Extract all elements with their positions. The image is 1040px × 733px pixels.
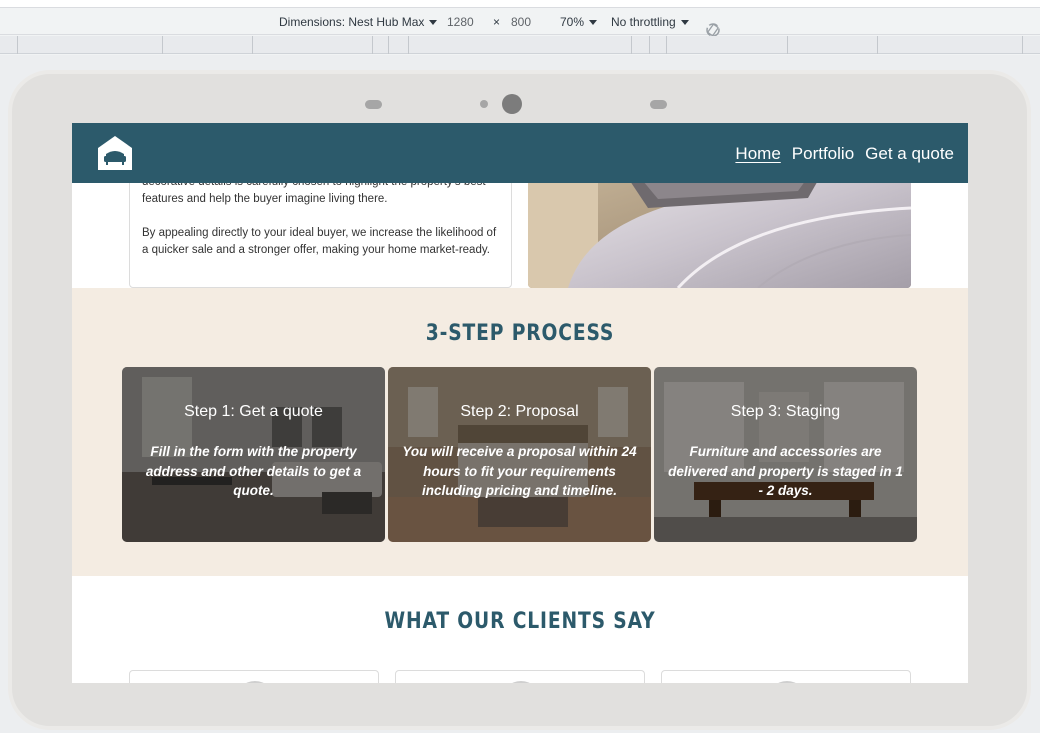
step-3-title: Step 3: Staging xyxy=(730,403,841,420)
throttling-dropdown[interactable]: No throttling xyxy=(611,15,689,29)
speaker-right xyxy=(650,100,667,109)
step-3-text: Furniture and accessories are delivered … xyxy=(668,444,903,498)
step-card-3: Step 3: Staging Furniture and accessorie… xyxy=(654,367,917,542)
device-screen: decorative details is carefully chosen t… xyxy=(72,123,968,683)
site-navbar: Home Portfolio Get a quote xyxy=(72,123,968,183)
dimensions-dropdown[interactable]: Dimensions: Nest Hub Max xyxy=(279,15,438,29)
step-1-text: Fill in the form with the property addre… xyxy=(145,444,362,498)
nav-portfolio-link[interactable]: Portfolio xyxy=(792,144,854,164)
step-card-1: Step 1: Get a quote Fill in the form wit… xyxy=(122,367,385,542)
camera-lens xyxy=(502,94,522,114)
testimonial-card xyxy=(129,670,379,683)
times-separator: × xyxy=(493,15,501,29)
device-toolbar: Dimensions: Nest Hub Max 1280 × 800 70% … xyxy=(0,9,1040,37)
intro-paragraph-2: By appealing directly to your ideal buye… xyxy=(142,227,497,256)
sensor-dot xyxy=(480,100,488,108)
clients-heading: WHAT OUR CLIENTS SAY xyxy=(384,609,656,634)
devtools-top-strip xyxy=(0,0,1040,8)
process-section: 3-STEP PROCESS Step 1: Get a quote Fill … xyxy=(72,288,968,576)
zoom-dropdown[interactable]: 70% xyxy=(560,15,598,29)
media-query-ruler xyxy=(0,36,1040,54)
step-2-text: You will receive a proposal within 24 ho… xyxy=(402,444,637,498)
nav-home-link[interactable]: Home xyxy=(735,144,780,164)
width-input[interactable]: 1280 xyxy=(447,15,474,29)
process-heading: 3-STEP PROCESS xyxy=(425,321,615,346)
step-2-title: Step 2: Proposal xyxy=(460,403,579,420)
speaker-left xyxy=(365,100,382,109)
height-input[interactable]: 800 xyxy=(511,15,531,29)
testimonial-card xyxy=(661,670,911,683)
clients-section: WHAT OUR CLIENTS SAY xyxy=(72,576,968,683)
step-card-2: Step 2: Proposal You will receive a prop… xyxy=(388,367,651,542)
process-steps: Step 1: Get a quote Fill in the form wit… xyxy=(122,367,918,542)
nav-get-a-quote-link[interactable]: Get a quote xyxy=(865,144,954,164)
avatar xyxy=(767,681,807,683)
avatar xyxy=(235,681,275,683)
testimonial-card xyxy=(395,670,645,683)
step-1-title: Step 1: Get a quote xyxy=(184,403,323,420)
home-sofa-logo-icon[interactable] xyxy=(96,134,134,172)
avatar xyxy=(501,681,541,683)
nav-links: Home Portfolio Get a quote xyxy=(735,144,954,164)
